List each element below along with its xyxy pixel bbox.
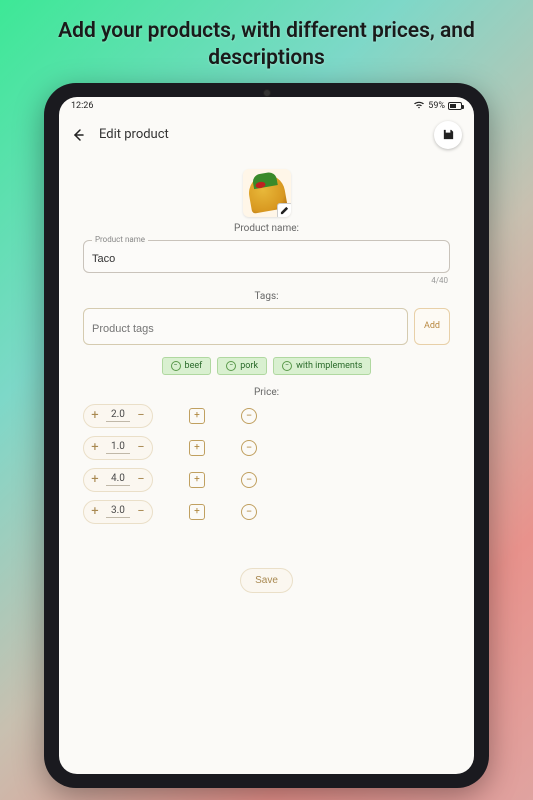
tag-label: beef: [185, 361, 203, 371]
status-bar: 12:26 59%: [59, 97, 474, 115]
remove-tag-icon[interactable]: −: [226, 361, 236, 371]
product-name-section-label: Product name:: [83, 223, 450, 234]
price-value[interactable]: 1.0: [106, 441, 130, 454]
back-button[interactable]: [71, 128, 85, 142]
app-bar: Edit product: [59, 115, 474, 159]
status-time: 12:26: [71, 101, 93, 111]
product-name-field[interactable]: Product name: [83, 240, 450, 273]
page-title: Edit product: [99, 127, 169, 142]
edit-image-button[interactable]: [277, 203, 291, 217]
remove-tag-icon[interactable]: −: [171, 361, 181, 371]
tag-chip[interactable]: −pork: [217, 357, 267, 375]
price-row: +2.0−+−: [83, 404, 450, 428]
price-increment-button[interactable]: +: [84, 441, 106, 454]
tag-chip[interactable]: −beef: [162, 357, 212, 375]
screen: 12:26 59% Edit product: [59, 97, 474, 774]
price-stepper: +2.0−: [83, 404, 153, 428]
add-tag-button[interactable]: Add: [414, 308, 450, 345]
battery-pct: 59%: [428, 101, 445, 111]
price-value[interactable]: 2.0: [106, 409, 130, 422]
tablet-frame: 12:26 59% Edit product: [44, 83, 489, 788]
tags-section-label: Tags:: [83, 291, 450, 302]
tag-label: pork: [240, 361, 258, 371]
price-add-button[interactable]: +: [189, 504, 205, 520]
wifi-icon: [413, 100, 425, 112]
tags-input[interactable]: [92, 323, 399, 335]
price-value[interactable]: 3.0: [106, 505, 130, 518]
price-add-button[interactable]: +: [189, 408, 205, 424]
price-stepper: +4.0−: [83, 468, 153, 492]
tags-field[interactable]: [83, 308, 408, 345]
price-value[interactable]: 4.0: [106, 473, 130, 486]
battery-icon: [448, 102, 462, 110]
camera-dot: [263, 89, 271, 97]
product-name-float-label: Product name: [92, 235, 148, 244]
price-add-button[interactable]: +: [189, 440, 205, 456]
price-add-button[interactable]: +: [189, 472, 205, 488]
price-increment-button[interactable]: +: [84, 473, 106, 486]
price-remove-button[interactable]: −: [241, 472, 257, 488]
remove-tag-icon[interactable]: −: [282, 361, 292, 371]
price-decrement-button[interactable]: −: [130, 473, 152, 486]
price-section-label: Price:: [83, 387, 450, 398]
product-image[interactable]: [243, 169, 291, 217]
tag-chip[interactable]: −with implements: [273, 357, 371, 375]
pencil-icon: [280, 206, 289, 215]
save-fab[interactable]: [434, 121, 462, 149]
product-name-input[interactable]: [92, 253, 441, 265]
price-remove-button[interactable]: −: [241, 408, 257, 424]
save-button[interactable]: Save: [240, 568, 293, 593]
tag-label: with implements: [296, 361, 362, 371]
price-stepper: +3.0−: [83, 500, 153, 524]
content: Product name: Product name 4/40 Tags: Ad…: [59, 159, 474, 774]
price-stepper: +1.0−: [83, 436, 153, 460]
price-row: +4.0−+−: [83, 468, 450, 492]
save-icon: [442, 128, 455, 141]
price-row: +1.0−+−: [83, 436, 450, 460]
price-remove-button[interactable]: −: [241, 504, 257, 520]
price-row: +3.0−+−: [83, 500, 450, 524]
price-decrement-button[interactable]: −: [130, 505, 152, 518]
price-decrement-button[interactable]: −: [130, 441, 152, 454]
promo-headline: Add your products, with different prices…: [0, 0, 533, 83]
product-name-counter: 4/40: [85, 276, 448, 285]
price-increment-button[interactable]: +: [84, 505, 106, 518]
price-increment-button[interactable]: +: [84, 409, 106, 422]
price-remove-button[interactable]: −: [241, 440, 257, 456]
price-decrement-button[interactable]: −: [130, 409, 152, 422]
